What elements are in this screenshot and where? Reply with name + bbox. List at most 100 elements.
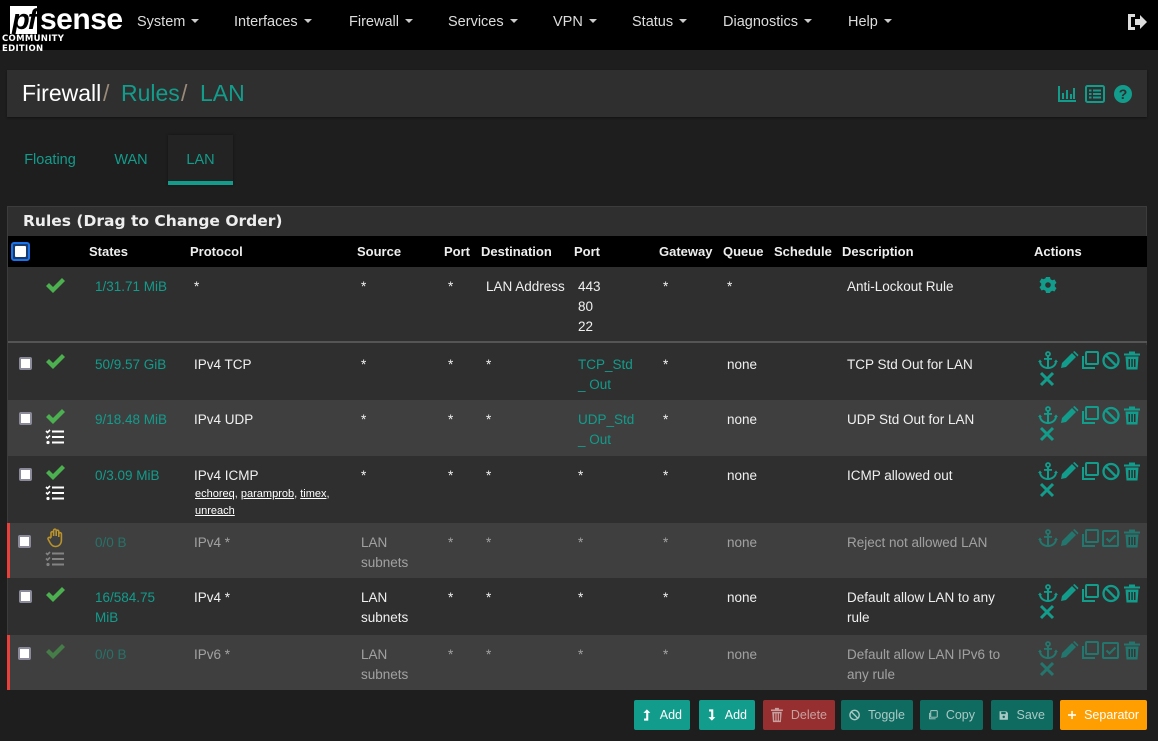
bar-chart-icon[interactable]	[1057, 84, 1077, 104]
trash-icon[interactable]	[1122, 584, 1142, 603]
row-actions	[1038, 462, 1143, 500]
breadcrumb-lan[interactable]: LAN	[200, 80, 245, 107]
states-link[interactable]: 1/31.71 MiB	[95, 277, 167, 297]
panel-title: Rules (Drag to Change Order)	[23, 212, 283, 230]
trash-icon[interactable]	[1122, 529, 1142, 548]
nav-status[interactable]: Status	[632, 14, 688, 30]
anchor-icon[interactable]	[1038, 529, 1058, 548]
copy-icon[interactable]	[1080, 462, 1100, 481]
states-link[interactable]: 0/0 B	[95, 533, 127, 553]
select-all-checkbox[interactable]	[11, 242, 30, 261]
anchor-icon[interactable]	[1038, 584, 1058, 603]
gear-icon[interactable]	[1039, 276, 1057, 294]
caret-down-icon	[679, 19, 688, 23]
icmp-type-link[interactable]: echoreq	[195, 488, 235, 500]
anchor-icon[interactable]	[1038, 641, 1058, 660]
table-row[interactable]: 50/9.57 GiB IPv4 TCP * * * TCP_Std_ Out …	[8, 345, 1147, 400]
pencil-icon[interactable]	[1059, 351, 1079, 370]
nav-firewall[interactable]: Firewall	[349, 14, 413, 30]
states-link[interactable]: 16/584.75 MiB	[95, 588, 175, 628]
row-checkbox[interactable]	[18, 535, 31, 548]
add-top-button[interactable]: Add	[634, 700, 690, 730]
tab-lan[interactable]: LAN	[168, 135, 233, 185]
copy-icon[interactable]	[1080, 406, 1100, 425]
ban-icon[interactable]	[1101, 351, 1121, 370]
table-row[interactable]: 9/18.48 MiB IPv4 UDP * * * UDP_Std_ Out …	[8, 400, 1147, 456]
pencil-icon[interactable]	[1059, 406, 1079, 425]
sign-out-icon[interactable]	[1126, 12, 1148, 32]
trash-icon[interactable]	[1122, 462, 1142, 481]
breadcrumb-rules[interactable]: Rules	[121, 80, 180, 107]
states-link[interactable]: 0/0 B	[95, 645, 127, 665]
nav-diagnostics[interactable]: Diagnostics	[723, 14, 812, 30]
trash-icon[interactable]	[1122, 406, 1142, 425]
copy-icon[interactable]	[1080, 641, 1100, 660]
icmp-type-link[interactable]: paramprob	[241, 488, 294, 500]
times-icon[interactable]	[1038, 603, 1058, 622]
delete-button[interactable]: Delete	[763, 700, 835, 730]
destination-port-alias[interactable]: UDP_Std_ Out	[578, 410, 640, 450]
copy-button[interactable]: Copy	[920, 700, 983, 730]
row-checkbox[interactable]	[19, 590, 32, 603]
times-icon[interactable]	[1038, 660, 1058, 679]
separator-button[interactable]: Separator	[1060, 700, 1147, 730]
pfsense-logo[interactable]: pf sense COMMUNITY EDITION	[2, 4, 123, 55]
destination-port-alias[interactable]: TCP_Std_ Out	[578, 355, 640, 395]
ban-icon[interactable]	[1101, 584, 1121, 603]
check-square-icon[interactable]	[1101, 529, 1121, 548]
anchor-icon[interactable]	[1038, 406, 1058, 425]
trash-icon[interactable]	[1122, 641, 1142, 660]
check-icon	[46, 409, 65, 424]
logo-edition: COMMUNITY EDITION	[2, 34, 65, 54]
nav-services[interactable]: Services	[448, 14, 518, 30]
times-icon[interactable]	[1038, 370, 1058, 389]
list-icon[interactable]	[1085, 84, 1105, 104]
table-row[interactable]: 0/0 B IPv6 * LAN subnets * * * * none De…	[7, 635, 1147, 690]
icmp-type-link[interactable]: unreach	[195, 505, 235, 517]
row-checkbox[interactable]	[19, 468, 32, 481]
tab-wan[interactable]: WAN	[100, 135, 162, 185]
table-row[interactable]: 0/3.09 MiB IPv4 ICMP echoreq, paramprob,…	[8, 456, 1147, 523]
tab-floating[interactable]: Floating	[7, 135, 93, 185]
copy-icon[interactable]	[1080, 351, 1100, 370]
row-checkbox[interactable]	[19, 357, 32, 370]
icmp-type-link[interactable]: timex	[300, 488, 326, 500]
pencil-icon[interactable]	[1059, 462, 1079, 481]
anchor-icon[interactable]	[1038, 351, 1058, 370]
nav-interfaces[interactable]: Interfaces	[234, 14, 312, 30]
toggle-button[interactable]: Toggle	[841, 700, 913, 730]
save-button[interactable]: Save	[991, 700, 1053, 730]
breadcrumb-firewall: Firewall	[22, 80, 102, 106]
ban-icon[interactable]	[1101, 406, 1121, 425]
source: LAN subnets	[361, 647, 409, 682]
nav-help[interactable]: Help	[848, 14, 892, 30]
states-link[interactable]: 0/3.09 MiB	[95, 466, 160, 486]
pencil-icon[interactable]	[1059, 529, 1079, 548]
add-bottom-button[interactable]: Add	[699, 700, 755, 730]
states-link[interactable]: 50/9.57 GiB	[95, 355, 166, 375]
copy-icon[interactable]	[1080, 529, 1100, 548]
check-square-icon[interactable]	[1101, 641, 1121, 660]
times-icon[interactable]	[1038, 425, 1058, 444]
nav-label: Interfaces	[234, 14, 298, 30]
page-header: Firewall / Rules / LAN ?	[7, 70, 1147, 117]
table-row[interactable]: 0/0 B IPv4 * LAN subnets * * * * none Re…	[7, 523, 1147, 578]
gateway: *	[663, 647, 669, 662]
copy-icon[interactable]	[1080, 584, 1100, 603]
times-icon[interactable]	[1038, 481, 1058, 500]
table-row[interactable]: 1/31.71 MiB * * * LAN Address 443 80 22 …	[8, 267, 1147, 343]
icmp-types: echoreq, paramprob, timex, unreach	[195, 488, 330, 517]
pencil-icon[interactable]	[1059, 641, 1079, 660]
table-row[interactable]: 16/584.75 MiB IPv4 * LAN subnets * * * *…	[8, 578, 1147, 635]
help-icon[interactable]: ?	[1113, 84, 1133, 104]
nav-vpn[interactable]: VPN	[553, 14, 597, 30]
row-checkbox[interactable]	[18, 647, 31, 660]
row-checkbox[interactable]	[19, 412, 32, 425]
pencil-icon[interactable]	[1059, 584, 1079, 603]
trash-icon[interactable]	[1122, 351, 1142, 370]
anchor-icon[interactable]	[1038, 462, 1058, 481]
ban-icon[interactable]	[1101, 462, 1121, 481]
states-link[interactable]: 9/18.48 MiB	[95, 410, 167, 430]
level-up-icon	[643, 709, 651, 721]
nav-system[interactable]: System	[137, 14, 200, 30]
